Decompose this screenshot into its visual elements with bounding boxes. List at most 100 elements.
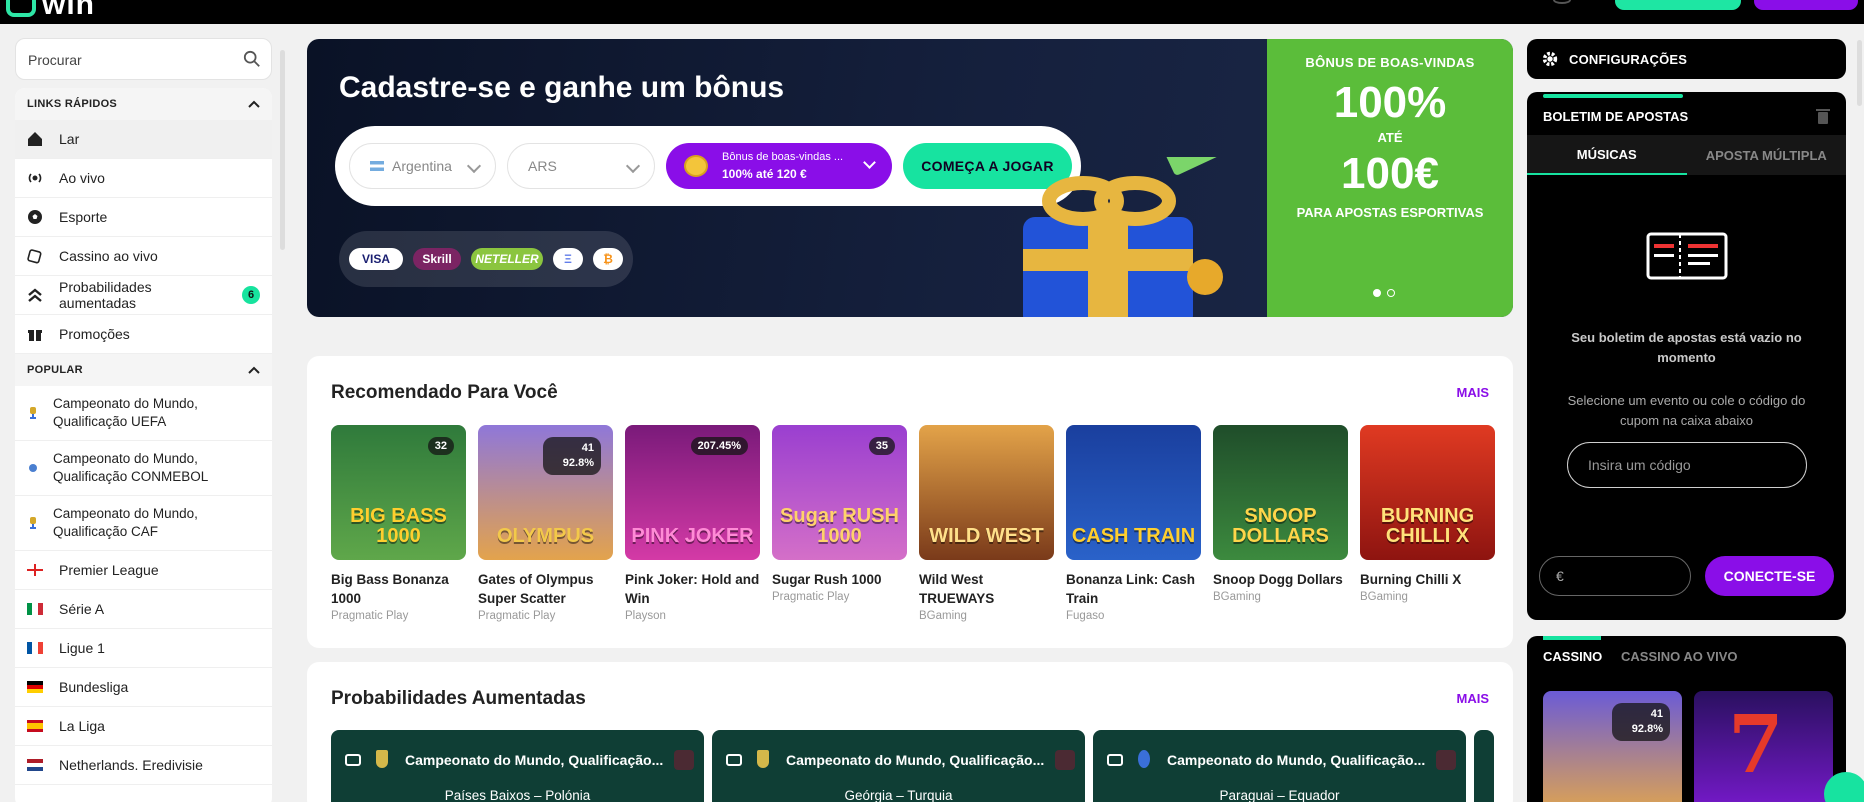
- germany-flag-icon: [27, 681, 43, 693]
- game-card[interactable]: 32 BIG BASS 1000 Big Bass Bonanza 1000 Pr…: [331, 425, 466, 622]
- more-link[interactable]: MAIS: [1457, 385, 1490, 400]
- players-tag: 35: [868, 437, 895, 455]
- page-scrollbar[interactable]: [1857, 40, 1862, 106]
- game-card[interactable]: CASH TRAIN Bonanza Link: Cash Train Fuga…: [1066, 425, 1201, 622]
- currency-select[interactable]: ARS: [507, 143, 655, 189]
- sidebar-item-wc-uefa[interactable]: Campeonato do Mundo, Qualificação UEFA: [15, 386, 272, 441]
- boosted-odd-card[interactable]: Campeonato do Mundo, Qualificação... Par…: [1093, 730, 1466, 802]
- tab-live-casino[interactable]: CASSINO AO VIVO: [1621, 649, 1738, 664]
- game-card[interactable]: BURNING CHILLI X Burning Chilli X BGamin…: [1360, 425, 1495, 622]
- carousel-dot[interactable]: [1387, 289, 1395, 297]
- sidebar-item-live[interactable]: Ao vivo: [15, 159, 272, 198]
- sidebar-item-label: Lar: [59, 131, 80, 147]
- favorite-icon[interactable]: [1055, 750, 1075, 770]
- game-thumbnail[interactable]: 207.45% PINK JOKER: [625, 425, 760, 560]
- more-link[interactable]: MAIS: [1457, 691, 1490, 706]
- chevron-up-icon: [248, 366, 260, 374]
- game-card[interactable]: SNOOP DOLLARS Snoop Dogg Dollars BGaming: [1213, 425, 1348, 622]
- game-card[interactable]: 35 Sugar RUSH 1000 Sugar Rush 1000 Pragma…: [772, 425, 907, 622]
- boosted-odd-card[interactable]: Campeonato do Mundo, Qualificação... Paí…: [331, 730, 704, 802]
- game-art-title: PINK JOKER: [631, 525, 754, 547]
- bonus-select[interactable]: Bônus de boas-vindas ... 100% até 120 €: [666, 143, 892, 189]
- sidebar-item-sport[interactable]: Esporte: [15, 198, 272, 237]
- tab-multiple[interactable]: APOSTA MÚLTIPLA: [1687, 135, 1847, 175]
- sidebar-item-eredivisie[interactable]: Netherlands. Eredivisie: [15, 746, 272, 785]
- login-button[interactable]: [1615, 0, 1741, 10]
- game-art-title: OLYMPUS: [496, 525, 595, 547]
- sidebar-item-label: Probabilidades aumentadas: [59, 279, 152, 311]
- game-art-title: CASH TRAIN: [1071, 525, 1196, 547]
- popular-title: POPULAR: [27, 364, 83, 376]
- sidebar-item-ligue-1[interactable]: Ligue 1: [15, 629, 272, 668]
- empty-betslip-title: Seu boletim de apostas está vazio no mom…: [1571, 330, 1802, 365]
- trash-icon[interactable]: [1816, 108, 1830, 124]
- game-name: Big Bass Bonanza 1000: [331, 572, 449, 606]
- quick-links-title: LINKS RÁPIDOS: [27, 98, 118, 110]
- sidebar-item-home[interactable]: Lar: [15, 120, 272, 159]
- casino-game-thumbnail[interactable]: 41 92.8%: [1543, 691, 1682, 802]
- sidebar-item-live-casino[interactable]: Cassino ao vivo: [15, 237, 272, 276]
- sidebar-item-serie-a[interactable]: Série A: [15, 590, 272, 629]
- gift-icon: [28, 330, 42, 341]
- bonus-value: 100% até 120 €: [722, 167, 807, 181]
- welcome-bonus-panel[interactable]: BÔNUS DE BOAS-VINDAS 100% ATÉ 100€ PARA …: [1267, 39, 1513, 317]
- coupon-code-input[interactable]: Insira um código: [1567, 442, 1807, 488]
- sidebar-item-wc-conmebol[interactable]: Campeonato do Mundo, Qualificação CONMEBO…: [15, 441, 272, 496]
- game-thumbnail[interactable]: BURNING CHILLI X: [1360, 425, 1495, 560]
- soccer-ball-icon: [28, 210, 42, 224]
- sidebar-item-boosted-odds[interactable]: Probabilidades aumentadas 6: [15, 276, 272, 315]
- brand-logo[interactable]: win: [6, 0, 95, 22]
- game-thumbnail[interactable]: CASH TRAIN: [1066, 425, 1201, 560]
- betslip-tabs: MÚSICAS APOSTA MÚLTIPLA: [1527, 135, 1846, 175]
- game-provider: BGaming: [1360, 591, 1408, 603]
- search-input[interactable]: Procurar: [15, 38, 272, 80]
- sidebar-item-label: Premier League: [59, 562, 159, 578]
- competition-name: Campeonato do Mundo, Qualificação...: [786, 752, 1045, 768]
- video-icon: [1107, 754, 1123, 766]
- sidebar-item-label: Campeonato do Mundo,: [53, 451, 198, 466]
- game-name: Sugar Rush 1000: [772, 572, 882, 587]
- favorite-icon[interactable]: [1436, 750, 1456, 770]
- sidebar-item-label: Ligue 1: [59, 640, 105, 656]
- players-count: 41: [1650, 708, 1663, 720]
- carousel-dot[interactable]: [1373, 289, 1381, 297]
- settings-label: CONFIGURAÇÕES: [1569, 51, 1688, 67]
- game-provider: Playson: [625, 610, 666, 622]
- game-card[interactable]: 207.45% PINK JOKER Pink Joker: Hold and W…: [625, 425, 760, 622]
- game-thumbnail[interactable]: SNOOP DOLLARS: [1213, 425, 1348, 560]
- stake-input[interactable]: €: [1539, 556, 1691, 596]
- game-card[interactable]: WILD WEST Wild West TRUEWAYS BGaming: [919, 425, 1054, 622]
- connect-button[interactable]: CONECTE-SE: [1705, 556, 1834, 596]
- game-name: Gates of Olympus Super Scatter: [478, 572, 594, 606]
- quick-links-header[interactable]: LINKS RÁPIDOS: [15, 88, 272, 120]
- game-provider: BGaming: [919, 610, 967, 622]
- casino-game-thumbnail[interactable]: 7: [1694, 691, 1833, 802]
- tab-single[interactable]: MÚSICAS: [1527, 135, 1687, 175]
- odds-row: Campeonato do Mundo, Qualificação... Paí…: [331, 730, 1494, 802]
- boosted-odd-card[interactable]: Campeonato do Mundo, Qualificação... Geó…: [712, 730, 1085, 802]
- game-provider: Pragmatic Play: [478, 610, 556, 622]
- spain-flag-icon: [27, 720, 43, 732]
- sidebar-item-promotions[interactable]: Promoções: [15, 315, 272, 354]
- country-select[interactable]: Argentina: [349, 143, 496, 189]
- register-button[interactable]: [1754, 0, 1858, 10]
- sidebar-item-wc-caf[interactable]: Campeonato do Mundo, Qualificação CAF: [15, 496, 272, 551]
- game-thumbnail[interactable]: 35 Sugar RUSH 1000: [772, 425, 907, 560]
- sidebar-item-la-liga[interactable]: La Liga: [15, 707, 272, 746]
- boosted-odd-card[interactable]: [1474, 730, 1494, 802]
- user-icon[interactable]: [1553, 0, 1571, 4]
- game-card[interactable]: 41 92.8% OLYMPUS Gates of Olympus Super Sc…: [478, 425, 613, 622]
- sidebar-item-premier-league[interactable]: Premier League: [15, 551, 272, 590]
- top-bar: win: [0, 0, 1864, 24]
- game-thumbnail[interactable]: 41 92.8% OLYMPUS: [478, 425, 613, 560]
- favorite-icon[interactable]: [674, 750, 694, 770]
- tab-casino[interactable]: CASSINO: [1543, 649, 1602, 664]
- sidebar-item-bundesliga[interactable]: Bundesliga: [15, 668, 272, 707]
- game-thumbnail[interactable]: 32 BIG BASS 1000: [331, 425, 466, 560]
- sidebar-scrollbar[interactable]: [280, 50, 285, 250]
- popular-header[interactable]: POPULAR: [15, 354, 272, 386]
- rtp-value: 92.8%: [1631, 723, 1663, 735]
- settings-button[interactable]: CONFIGURAÇÕES: [1527, 39, 1846, 79]
- game-thumbnail[interactable]: WILD WEST: [919, 425, 1054, 560]
- betslip-panel: BOLETIM DE APOSTAS MÚSICAS APOSTA MÚLTIP…: [1527, 92, 1846, 620]
